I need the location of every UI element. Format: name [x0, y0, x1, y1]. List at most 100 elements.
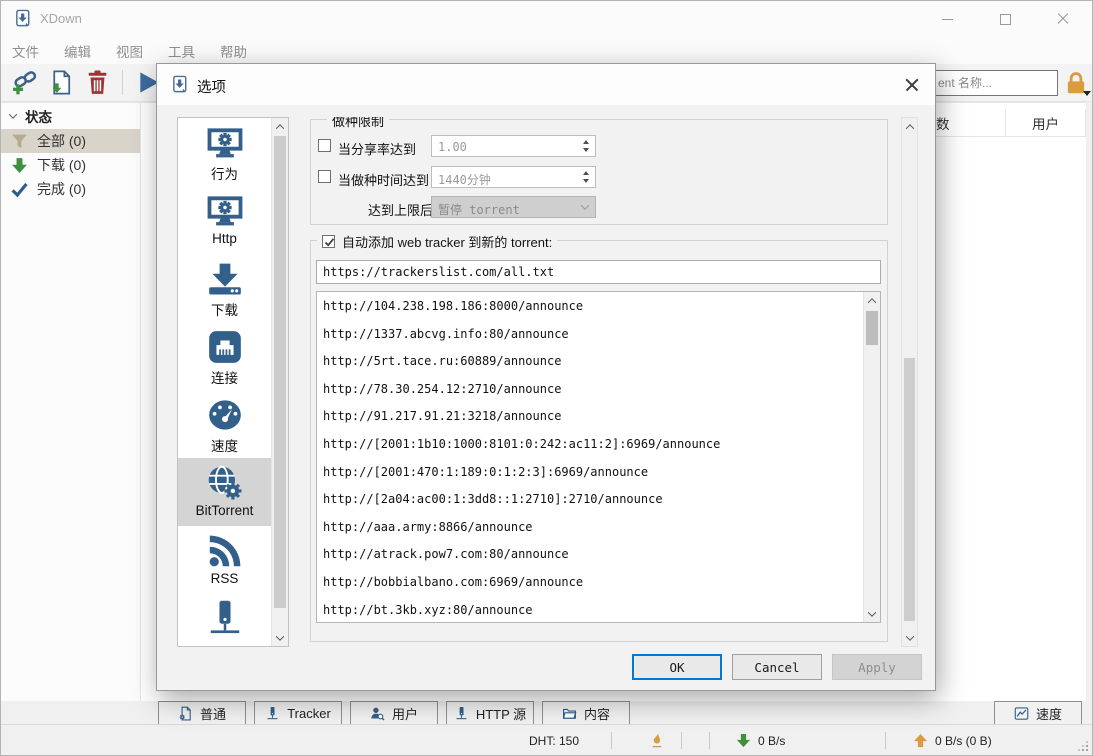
scroll-down-button[interactable] [272, 629, 288, 646]
add-link-button[interactable] [7, 67, 43, 99]
tracker-url[interactable]: http://bt.3kb.xyz:80/announce [317, 597, 880, 623]
resize-grip[interactable] [1086, 749, 1088, 751]
scroll-up-button[interactable] [864, 292, 880, 309]
tracker-url[interactable]: http://1337.abcvg.info:80/announce [317, 321, 880, 349]
window-titlebar: XDown [1, 1, 1092, 37]
column-header-user[interactable]: 用户 [1006, 109, 1086, 137]
tracker-url[interactable]: http://[2001:470:1:189:0:1:2:3]:6969/ann… [317, 459, 880, 487]
spin-down-icon [583, 179, 589, 183]
tracker-url[interactable]: http://104.238.198.186:8000/announce [317, 293, 880, 321]
menu-item[interactable]: 工具 [168, 41, 195, 61]
maximize-button[interactable] [976, 1, 1034, 37]
nav-scrollbar[interactable] [271, 118, 288, 646]
scrollbar-thumb[interactable] [866, 311, 878, 345]
tracker-url[interactable]: http://aaa.army:8866/announce [317, 514, 880, 542]
upload-speed: 0 B/s (0 B) [935, 734, 992, 748]
status-filter-download[interactable]: 下载 (0) [1, 153, 140, 177]
scroll-up-button[interactable] [272, 118, 288, 135]
seed-time-checkbox[interactable] [318, 170, 331, 183]
maximize-icon [1000, 14, 1011, 25]
nav-behavior[interactable]: 行为 [178, 118, 271, 186]
menu-item[interactable]: 视图 [116, 41, 143, 61]
menu-item[interactable]: 帮助 [220, 41, 247, 61]
seed-time-label: 当做种时间达到 [338, 170, 429, 189]
status-filter-complete[interactable]: 完成 (0) [1, 177, 140, 201]
chevron-down-icon [582, 204, 588, 210]
tracker-url[interactable]: http://5rt.tace.ru:60889/announce [317, 348, 880, 376]
on-limit-dropdown[interactable]: 暂停 torrent [431, 196, 596, 218]
tab-users[interactable]: 用户 [350, 701, 438, 725]
close-icon [1057, 13, 1069, 25]
share-ratio-value: 1.00 [438, 140, 467, 154]
status-filter-all[interactable]: 全部 (0) [1, 129, 140, 153]
tracker-url[interactable]: http://[2001:1b10:1000:8101:0:242:ac11:2… [317, 431, 880, 459]
tracker-url[interactable]: http://atrack.pow7.com:80/announce [317, 541, 880, 569]
tracker-list-scrollbar[interactable] [863, 292, 880, 622]
tab-general[interactable]: 普通 [158, 701, 246, 725]
statusbar-separator [611, 732, 612, 749]
tab-http-src[interactable]: HTTP 源 [446, 701, 534, 725]
options-nav-label: 行为 [178, 163, 271, 183]
apply-button[interactable]: Apply [832, 654, 922, 680]
options-nav-icon [206, 532, 244, 570]
auto-add-tracker-checkbox[interactable] [322, 235, 335, 248]
cancel-button[interactable]: Cancel [732, 654, 822, 680]
column-header-count[interactable]: 数 [934, 109, 1006, 137]
tab-tracker[interactable]: Tracker [254, 701, 342, 725]
tracker-list-url-input[interactable] [316, 260, 881, 284]
tab-content[interactable]: 内容 [542, 701, 630, 725]
tracker-url[interactable]: http://78.30.254.12:2710/announce [317, 376, 880, 404]
minimize-icon [942, 19, 953, 20]
close-button[interactable] [1034, 1, 1092, 37]
scroll-up-button[interactable] [902, 118, 917, 135]
detail-tab-label: 普通 [200, 704, 226, 723]
scroll-down-button[interactable] [864, 605, 880, 622]
options-nav-label: 连接 [178, 367, 271, 387]
tracker-url[interactable]: http://[2a04:ac00:1:3dd8::1:2710]:2710/a… [317, 486, 880, 514]
share-ratio-label: 当分享率达到 [338, 139, 416, 158]
options-nav-label: 下载 [178, 299, 271, 319]
dialog-close-button[interactable] [899, 72, 925, 98]
detail-tab-label: HTTP 源 [476, 704, 526, 723]
delete-button[interactable] [79, 67, 115, 99]
search-input[interactable] [931, 70, 1058, 96]
lock-button[interactable] [1059, 67, 1092, 99]
ok-button[interactable]: OK [632, 654, 722, 680]
flame-icon [649, 732, 665, 749]
minimize-button[interactable] [918, 1, 976, 37]
scrollbar-thumb[interactable] [904, 358, 915, 621]
tracker-url[interactable]: http://bobbialbano.com:6969/announce [317, 569, 880, 597]
share-ratio-input[interactable]: 1.00 [431, 135, 596, 157]
options-nav-icon [206, 600, 244, 638]
settings-panel-scrollbar[interactable] [901, 117, 918, 647]
menu-bar: 文件 编辑 视图 工具 帮助 [1, 37, 1092, 64]
add-torrent-button[interactable] [43, 67, 79, 99]
spinner-buttons[interactable] [578, 169, 593, 185]
seed-time-input[interactable]: 1440分钟 [431, 166, 596, 188]
nav-rss[interactable]: RSS [178, 526, 271, 594]
nav-connection[interactable]: 连接 [178, 322, 271, 390]
status-tree-items: 全部 (0) 下载 (0) 完成 (0) [1, 129, 140, 201]
toolbar-separator [122, 70, 123, 95]
share-ratio-checkbox[interactable] [318, 139, 331, 152]
statusbar-separator [885, 732, 886, 749]
tracker-url[interactable]: http://91.217.91.21:3218/announce [317, 403, 880, 431]
nav-bittorrent[interactable]: BitTorrent [178, 458, 271, 526]
menu-item[interactable]: 文件 [12, 41, 39, 61]
nav-proxy[interactable] [178, 594, 271, 647]
tracker-url-list[interactable]: http://104.238.198.186:8000/announcehttp… [316, 291, 881, 623]
auto-add-tracker-label: 自动添加 web tracker 到新的 torrent: [342, 232, 552, 251]
spinner-buttons[interactable] [578, 138, 593, 154]
nav-download[interactable]: 下载 [178, 254, 271, 322]
scrollbar-thumb[interactable] [274, 136, 286, 608]
scroll-down-button[interactable] [902, 629, 917, 646]
nav-http[interactable]: Http [178, 186, 271, 254]
status-filter-label: 全部 (0) [37, 131, 86, 151]
speed-graph-button[interactable]: 速度 [994, 701, 1082, 725]
nav-speed[interactable]: 速度 [178, 390, 271, 458]
detail-tabbar: 普通 Tracker 用户 HTTP 源 内容 [158, 701, 630, 725]
status-tree-header[interactable]: 状态 [1, 103, 140, 129]
options-nav-icon [206, 396, 244, 434]
menu-item[interactable]: 编辑 [64, 41, 91, 61]
dialog-title: 选项 [197, 76, 226, 97]
